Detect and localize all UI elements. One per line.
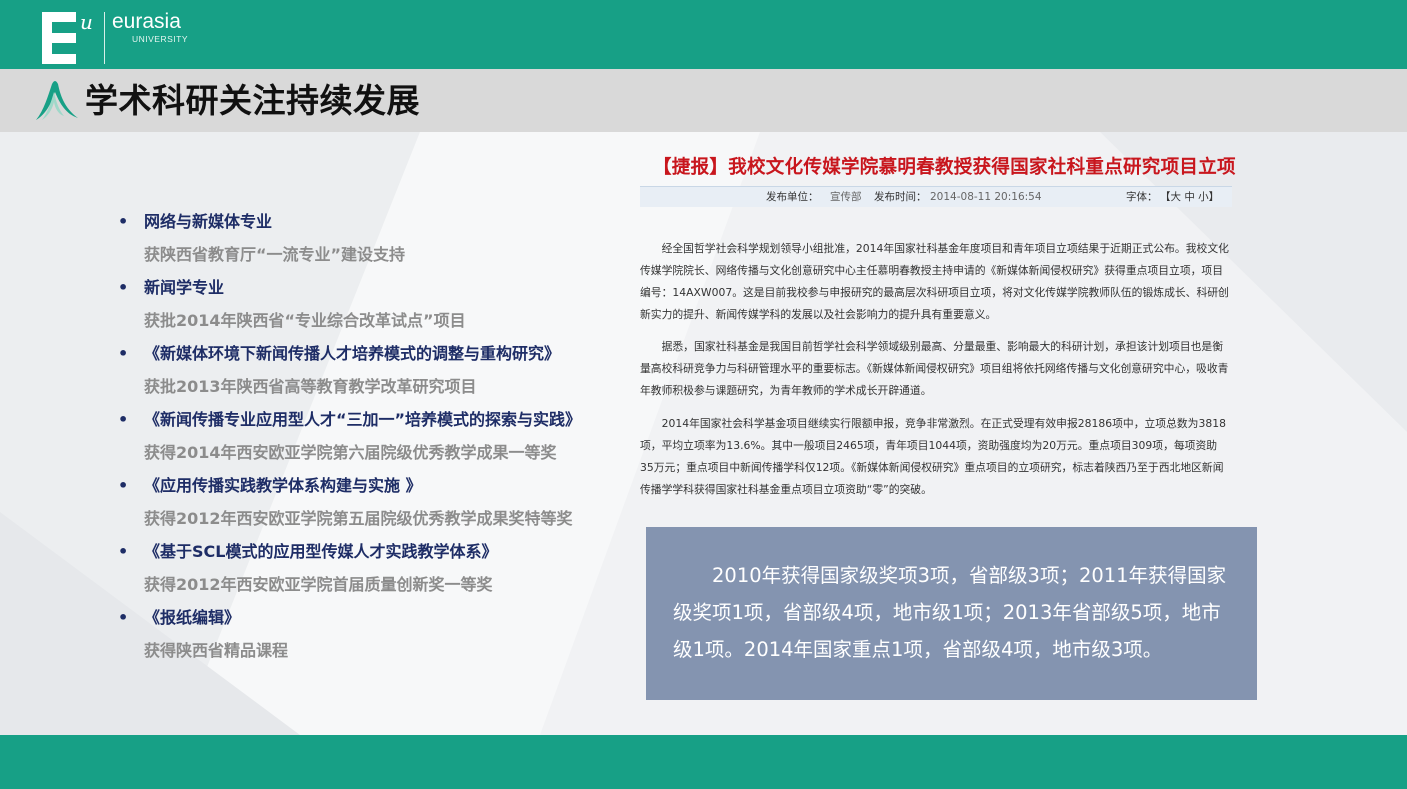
list-item-title: • 《报纸编辑》 (118, 604, 618, 637)
list-item-title: • 新闻学专业 (118, 274, 618, 307)
bullet-icon: • (118, 608, 129, 627)
article-paragraph: 经全国哲学社会科学规划领导小组批准，2014年国家社科基金年度项目和青年项目立项… (640, 242, 1229, 321)
leaf-wave-icon (36, 81, 78, 120)
bullet-icon: • (118, 278, 129, 297)
list-item-subtitle: 获得2012年西安欧亚学院首届质量创新奖一等奖 (144, 575, 493, 594)
list-item-subtitle: 获陕西省教育厅“一流专业”建设支持 (144, 245, 406, 264)
font-size-options[interactable]: 【大 中 小】 (1160, 187, 1219, 207)
bullet-icon: • (118, 344, 129, 363)
list-item: • 《新闻传播专业应用型人才“三加一”培养模式的探索与实践》 获得2014年西安欧… (118, 406, 618, 472)
bottom-footer-bar (0, 735, 1407, 789)
eurasia-logo: u eurasia UNIVERSITY (42, 10, 188, 66)
list-item-subtitle: 获得2012年西安欧亚学院第五届院级优秀教学成果奖特等奖 (144, 509, 573, 528)
list-item-title: • 《基于SCL模式的应用型传媒人才实践教学体系》 (118, 538, 618, 571)
list-item-title: • 网络与新媒体专业 (118, 208, 618, 241)
bullet-icon: • (118, 212, 129, 231)
logo-superscript: u (80, 10, 93, 34)
list-item-title: • 《应用传播实践教学体系构建与实施 》 (118, 472, 618, 505)
publisher-label: 发布单位： (766, 191, 819, 203)
bullet-icon: • (118, 476, 129, 495)
top-header-bar (0, 0, 1407, 69)
list-item-title: • 《新闻传播专业应用型人才“三加一”培养模式的探索与实践》 (118, 406, 618, 439)
bullet-icon: • (118, 542, 129, 561)
list-item: • 《基于SCL模式的应用型传媒人才实践教学体系》 获得2012年西安欧亚学院首届… (118, 538, 618, 604)
page-title: 学术科研关注持续发展 (85, 81, 420, 120)
list-item-subtitle: 获得2014年西安欧亚学院第六届院级优秀教学成果一等奖 (144, 443, 557, 462)
publisher-value: 宣传部 (830, 191, 862, 203)
news-article-screenshot: 【捷报】我校文化传媒学院慕明春教授获得国家社科重点研究项目立项 发布单位： 宣传… (620, 138, 1240, 513)
article-meta-bar: 发布单位： 宣传部 发布时间： 2014-08-11 20:16:54 字体： … (640, 186, 1232, 207)
list-item-subtitle: 获批2013年陕西省高等教育教学改革研究项目 (144, 377, 477, 396)
list-item-subtitle: 获得陕西省精品课程 (144, 641, 289, 660)
bullet-icon: • (118, 410, 129, 429)
logo-divider (104, 12, 105, 64)
logo-e-icon (42, 12, 76, 64)
article-paragraph: 2014年国家社会科学基金项目继续实行限额申报，竞争非常激烈。在正式受理有效申报… (640, 417, 1226, 496)
awards-summary-text: 2010年获得国家级奖项3项，省部级3项；2011年获得国家级奖项1项，省部级4… (673, 564, 1227, 661)
logo-subtitle: UNIVERSITY (132, 34, 189, 44)
list-item: • 网络与新媒体专业 获陕西省教育厅“一流专业”建设支持 (118, 208, 618, 274)
list-item-title: • 《新媒体环境下新闻传播人才培养模式的调整与重构研究》 (118, 340, 618, 373)
list-item: • 新闻学专业 获批2014年陕西省“专业综合改革试点”项目 (118, 274, 618, 340)
article-title: 【捷报】我校文化传媒学院慕明春教授获得国家社科重点研究项目立项 (653, 157, 1236, 178)
awards-summary-box: 2010年获得国家级奖项3项，省部级3项；2011年获得国家级奖项1项，省部级4… (646, 527, 1257, 700)
list-item: • 《应用传播实践教学体系构建与实施 》 获得2012年西安欧亚学院第五届院级优秀… (118, 472, 618, 538)
article-paragraph: 据悉，国家社科基金是我国目前哲学社会科学领域级别最高、分量最重、影响最大的科研计… (640, 340, 1229, 397)
achievement-list: • 网络与新媒体专业 获陕西省教育厅“一流专业”建设支持 • 新闻学专业 获批201… (118, 208, 618, 670)
logo-name: eurasia (112, 10, 181, 33)
time-value: 2014-08-11 20:16:54 (930, 191, 1042, 203)
list-item-subtitle: 获批2014年陕西省“专业综合改革试点”项目 (144, 311, 466, 330)
time-label: 发布时间： (874, 191, 927, 203)
list-item: • 《报纸编辑》 获得陕西省精品课程 (118, 604, 618, 670)
font-size-label: 字体： (1126, 191, 1158, 203)
list-item: • 《新媒体环境下新闻传播人才培养模式的调整与重构研究》 获批2013年陕西省高等… (118, 340, 618, 406)
